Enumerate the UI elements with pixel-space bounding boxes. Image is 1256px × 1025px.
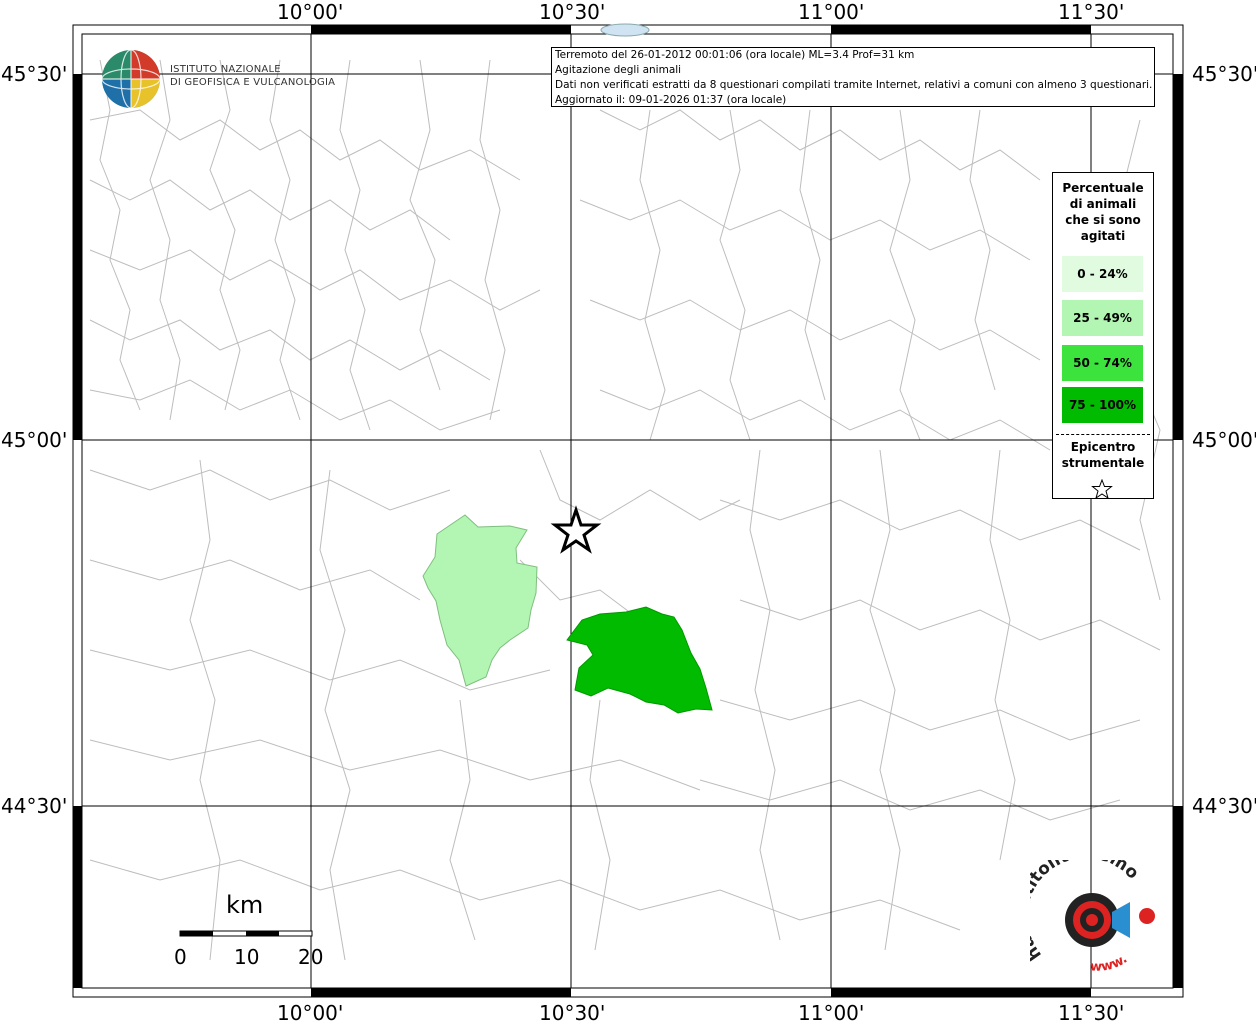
- ingv-globe-icon: [101, 49, 161, 109]
- legend-title-4: agitati: [1080, 229, 1126, 243]
- ingv-logo-line2: DI GEOFISICA E VULCANOLOGIA: [170, 77, 336, 88]
- legend-separator: [1056, 434, 1150, 435]
- map-subject-line: Agitazione degli animali: [555, 64, 682, 76]
- ingv-logo-line1: ISTITUTO NAZIONALE: [170, 64, 281, 75]
- ingv-logo-text: ISTITUTO NAZIONALE DI GEOFISICA E VULCAN…: [170, 63, 335, 89]
- frame-bar-bottom-2: [831, 988, 1091, 997]
- event-line: Terremoto del 26-01-2012 00:01:06 (ora l…: [555, 49, 915, 61]
- legend-class-25-49: 25 - 49%: [1062, 300, 1143, 336]
- scale-unit: km: [226, 891, 264, 919]
- legend-class-50-74: 50 - 74%: [1062, 345, 1143, 381]
- legend-epicenter-line1: Epicentro: [1070, 440, 1136, 454]
- svg-text:www.: www.: [1090, 952, 1131, 975]
- scale-label-0: 0: [174, 945, 187, 969]
- event-info-box: Terremoto del 26-01-2012 00:01:06 (ora l…: [551, 47, 1155, 107]
- right-label-45-00: 45°00': [1192, 428, 1256, 452]
- right-label-44-30: 44°30': [1192, 794, 1256, 818]
- legend-title-2: di animali: [1069, 197, 1137, 211]
- legend-epicenter-label: Epicentro strumentale: [1053, 439, 1153, 471]
- top-label-10-30: 10°30': [539, 0, 606, 24]
- legend-epicenter-line2: strumentale: [1061, 456, 1145, 470]
- frame-bar-top-1: [311, 25, 571, 34]
- scale-label-10: 10: [234, 945, 260, 969]
- frame-bar-right-2: [1173, 806, 1183, 988]
- frame-bar-bottom-1: [311, 988, 571, 997]
- legend-star-icon: [1091, 479, 1113, 499]
- frame-bar-left-1: [73, 74, 82, 440]
- updated-line: Aggiornato il: 09-01-2026 01:37 (ora loc…: [555, 94, 787, 106]
- bottom-label-11-00: 11°00': [798, 1001, 865, 1025]
- top-label-11-30: 11°30': [1058, 0, 1125, 24]
- watermark-www: www.: [1090, 952, 1131, 975]
- lake-shape: [600, 23, 650, 37]
- left-label-45-30: 45°30': [1, 62, 68, 86]
- question-badge-icon: [1139, 908, 1155, 924]
- legend-class-0-24: 0 - 24%: [1062, 256, 1143, 292]
- legend-class-75-100: 75 - 100%: [1062, 387, 1143, 423]
- scale-label-20: 20: [298, 945, 324, 969]
- top-label-10-00: 10°00': [277, 0, 344, 24]
- left-label-44-30: 44°30': [1, 794, 68, 818]
- legend-title-1: Percentuale: [1062, 181, 1144, 195]
- bottom-label-10-30: 10°30': [539, 1001, 606, 1025]
- scale-bar: [179, 930, 313, 937]
- data-note-line: Dati non verificati estratti da 8 questi…: [555, 79, 1153, 91]
- frame-bar-left-2: [73, 806, 82, 988]
- legend: Percentuale di animali che si sono agita…: [1052, 172, 1154, 499]
- legend-title-3: che si sono: [1065, 213, 1141, 227]
- bottom-label-11-30: 11°30': [1058, 1001, 1125, 1025]
- right-label-45-30: 45°30': [1192, 62, 1256, 86]
- frame-bar-top-2: [831, 25, 1091, 34]
- frame-bar-right-1: [1173, 74, 1183, 440]
- bottom-label-10-00: 10°00': [277, 1001, 344, 1025]
- left-label-45-00: 45°00': [1, 428, 68, 452]
- haisentitoilterremoto-logo: haisentitoilterremoto.it www.: [1030, 860, 1155, 975]
- top-label-11-00: 11°00': [798, 0, 865, 24]
- map-area: [81, 33, 1174, 989]
